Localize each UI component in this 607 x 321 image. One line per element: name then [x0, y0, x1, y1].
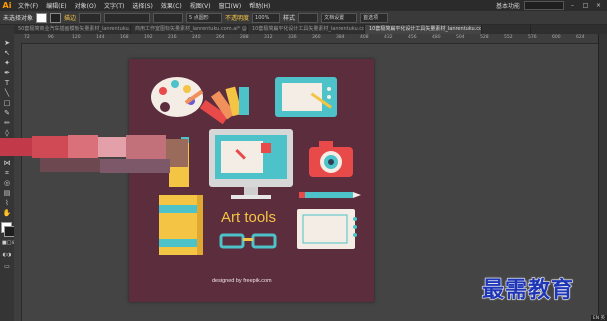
screen-mode-icon[interactable]: ▭	[2, 263, 12, 271]
menu-file[interactable]: 文件(F)	[14, 1, 42, 10]
stroke-swatch[interactable]	[50, 12, 62, 23]
ruler-tick-label: 360	[312, 35, 321, 40]
horizontal-ruler[interactable]: 72 96 120 144 168 192 216 240 264 288 312 336 360 384…	[14, 34, 607, 44]
pen-tool-icon[interactable]: ✒	[2, 69, 12, 77]
ruler-tick-label: 552	[504, 35, 513, 40]
document-setup-button[interactable]: 文档设置	[321, 12, 358, 23]
tab-document[interactable]: 50套极简商业汽车插画模板矢量素材_lanrentuku.com.ai* @ 6…	[14, 25, 131, 34]
graphics-tablet-icon	[275, 77, 337, 117]
ruler-tick-label: 600	[552, 35, 561, 40]
ruler-tick-label: 576	[528, 35, 537, 40]
panel-dock[interactable]	[598, 34, 607, 321]
menu-bar: Ai 文件(F) 编辑(E) 对象(O) 文字(T) 选择(S) 效果(C) 视…	[0, 0, 607, 11]
ruler-tick-label: 528	[480, 35, 489, 40]
ruler-tick-label: 456	[408, 35, 417, 40]
type-tool-icon[interactable]: T	[2, 79, 12, 87]
sketchbook-icon	[297, 209, 357, 249]
direct-selection-icon[interactable]: ↖	[2, 49, 12, 57]
artwork-credit: designed by freepik.com	[212, 278, 272, 284]
opacity-field[interactable]: 100%	[252, 12, 281, 23]
shape-builder-icon[interactable]: ◎	[2, 179, 12, 187]
selection-status: 未选择对象	[3, 15, 34, 22]
fill-swatch[interactable]	[36, 12, 48, 23]
ruler-tick-label: 384	[336, 35, 345, 40]
menu-window[interactable]: 窗口(W)	[215, 1, 246, 10]
ruler-tick-label: 312	[264, 35, 273, 40]
tab-document[interactable]	[482, 25, 531, 34]
ruler-tick-label: 432	[384, 35, 393, 40]
style-dropdown[interactable]	[298, 12, 319, 23]
pixelated-redaction	[0, 131, 190, 176]
camera-icon	[309, 141, 353, 177]
help-search-input[interactable]	[524, 1, 564, 10]
tab-document[interactable]: 商用工作室图标矢量素材_lanrentuku.com.ai* @ 66.67%	[131, 25, 248, 34]
notebook-icon	[159, 195, 203, 255]
stroke-label[interactable]: 描边	[64, 13, 76, 22]
ruler-tick-label: 192	[144, 35, 153, 40]
pencil-icon-art	[299, 192, 361, 198]
ruler-tick-label: 288	[240, 35, 249, 40]
menu-effect[interactable]: 效果(C)	[157, 1, 186, 10]
minimize-button[interactable]: –	[568, 2, 577, 9]
artboard[interactable]: Art tools designed by freepik.com	[129, 59, 374, 302]
workspace-switcher[interactable]: 基本功能	[496, 1, 520, 10]
opacity-label[interactable]: 不透明度	[225, 13, 249, 22]
style-label: 样式	[283, 15, 296, 22]
color-swatches-icon	[199, 86, 249, 125]
ruler-tick-label: 624	[576, 35, 585, 40]
close-button[interactable]: ×	[594, 2, 603, 9]
gradient-icon[interactable]: ▤	[2, 189, 12, 197]
maximize-button[interactable]: □	[581, 2, 590, 9]
preferences-button[interactable]: 首选项	[360, 12, 389, 23]
menu-object[interactable]: 对象(O)	[71, 1, 100, 10]
ruler-tick-label: 408	[360, 35, 369, 40]
control-bar: 未选择对象 描边 5 点圆形 不透明度 100% 样式 文档设置 首选项	[0, 11, 607, 25]
ruler-tick-label: 144	[96, 35, 105, 40]
monitor-icon	[209, 129, 293, 199]
ruler-tick-label: 240	[192, 35, 201, 40]
ruler-tick-label: 336	[288, 35, 297, 40]
ruler-tick-label: 96	[48, 35, 54, 40]
brush-definition-dropdown[interactable]: 5 点圆形	[186, 12, 223, 23]
selection-tool-icon[interactable]: ➤	[2, 39, 12, 47]
art-tools-illustration	[151, 77, 361, 255]
hand-icon[interactable]: ✋	[2, 209, 12, 217]
ruler-tick-label: 216	[168, 35, 177, 40]
ruler-tick-label: 264	[216, 35, 225, 40]
artwork-title: Art tools	[221, 209, 277, 226]
watermark-logo: 最需教育	[481, 277, 575, 304]
ruler-tick-label: 504	[456, 35, 465, 40]
ruler-tick-label: 480	[432, 35, 441, 40]
menu-type[interactable]: 文字(T)	[100, 1, 128, 10]
vertical-ruler[interactable]	[14, 43, 22, 321]
pencil-icon[interactable]: ✏	[2, 119, 12, 127]
magic-wand-icon[interactable]: ✦	[2, 59, 12, 67]
menu-view[interactable]: 视图(V)	[186, 1, 215, 10]
variable-width-dropdown[interactable]	[104, 12, 151, 23]
paintbrush-icon[interactable]: ✎	[2, 109, 12, 117]
document-tabs: 50套极简商业汽车插画模板矢量素材_lanrentuku.com.ai* @ 6…	[14, 25, 607, 34]
tab-document[interactable]: 10套极简扁平化设计工具矢量素材_lanrentuku.com.ai* @ 66…	[248, 25, 365, 34]
ruler-tick-label: 120	[72, 35, 81, 40]
brush-dropdown[interactable]	[153, 12, 184, 23]
glasses-icon	[219, 233, 277, 249]
app-logo: Ai	[2, 1, 12, 10]
rectangle-tool-icon[interactable]: □	[2, 99, 12, 107]
draw-mode-icon[interactable]: ◐◑	[2, 251, 12, 259]
ruler-tick-label: 168	[120, 35, 129, 40]
menu-select[interactable]: 选择(S)	[128, 1, 157, 10]
line-tool-icon[interactable]: ╲	[2, 89, 12, 97]
stroke-weight-dropdown[interactable]	[79, 12, 102, 23]
language-indicator: EN 英	[590, 315, 607, 321]
tab-document-active[interactable]: 10套极简扁平化设计工具矢量素材_lanrentuku.com.ai* @ 66…	[365, 25, 482, 34]
palette-icon	[151, 77, 204, 117]
swap-colors-icon[interactable]: ■□⊘	[2, 239, 16, 247]
eyedropper-icon[interactable]: ⌇	[2, 199, 12, 207]
menu-help[interactable]: 帮助(H)	[245, 1, 274, 10]
menu-edit[interactable]: 编辑(E)	[42, 1, 70, 10]
ruler-tick-label: 72	[24, 35, 30, 40]
